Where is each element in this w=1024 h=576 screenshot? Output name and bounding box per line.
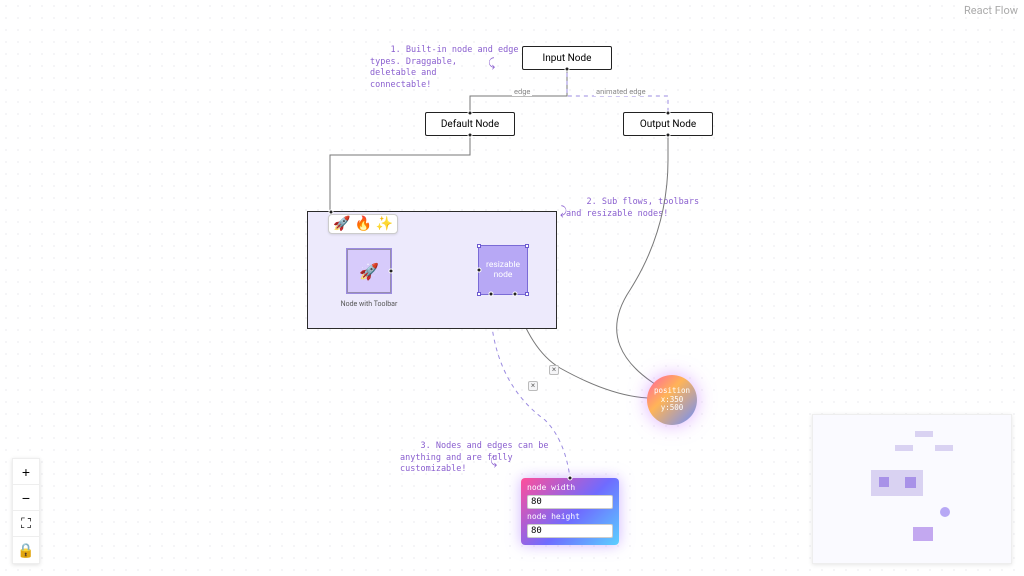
circle-y: y:500 <box>661 404 684 413</box>
minimap-node <box>895 445 913 451</box>
zoom-in-button[interactable]: + <box>13 459 39 485</box>
handle-source[interactable] <box>468 133 473 138</box>
minimap-node <box>905 477 916 488</box>
annotation-2-arrow-icon: ⤹ <box>560 204 567 219</box>
node-label: Input Node <box>543 53 592 64</box>
node-label: resizable node <box>486 260 520 280</box>
controls-panel: + − ⛶ 🔒 <box>12 458 40 564</box>
toolbar-rocket-icon[interactable]: 🚀 <box>333 217 350 231</box>
flow-canvas[interactable]: React Flow 1. Built-in node and edge typ… <box>0 0 1024 576</box>
toolbar-node-emoji: 🚀 <box>359 262 379 281</box>
annotation-1-arrow-icon: ⤹ <box>488 56 495 71</box>
form-node[interactable]: node width node height <box>521 478 619 545</box>
edge-delete-button[interactable]: × <box>528 381 538 391</box>
handle-target[interactable] <box>468 111 473 116</box>
height-input[interactable] <box>527 524 613 538</box>
output-node[interactable]: Output Node <box>623 112 713 136</box>
annotation-2: 2. Sub flows, toolbars and resizable nod… <box>566 186 699 232</box>
handle-source[interactable] <box>565 67 570 72</box>
minimap[interactable] <box>812 414 1012 564</box>
annotation-1: 1. Built-in node and edge types. Draggab… <box>370 34 518 103</box>
resize-handle[interactable] <box>477 292 481 296</box>
minimap-node <box>879 477 889 487</box>
resize-handle[interactable] <box>477 244 481 248</box>
minimap-node <box>935 445 953 451</box>
edge-delete-button[interactable]: × <box>549 365 559 375</box>
toolbar-node[interactable]: 🚀 <box>346 248 392 294</box>
minimap-node <box>913 527 933 541</box>
width-label: node width <box>527 483 613 492</box>
toolbar-node-caption: Node with Toolbar <box>335 300 403 308</box>
handle-target[interactable] <box>666 111 671 116</box>
annotation-3-arrow-icon: ⤹ <box>490 454 497 469</box>
resize-handle[interactable] <box>525 292 529 296</box>
fit-view-button[interactable]: ⛶ <box>13 511 39 537</box>
resize-handle[interactable] <box>525 244 529 248</box>
handle-target[interactable] <box>477 268 482 273</box>
zoom-out-button[interactable]: − <box>13 485 39 511</box>
handle-source[interactable] <box>666 133 671 138</box>
handle-source[interactable] <box>389 269 394 274</box>
node-label: Default Node <box>441 119 499 130</box>
width-input[interactable] <box>527 495 613 509</box>
toolbar-sparkle-icon[interactable]: ✨ <box>376 217 393 231</box>
edge-label-edge: edge <box>512 87 532 96</box>
handle-target[interactable] <box>568 476 573 481</box>
minimap-node <box>915 431 933 437</box>
circle-node[interactable]: position x:350 y:500 <box>647 375 697 425</box>
node-label: Output Node <box>640 119 696 130</box>
lock-button[interactable]: 🔒 <box>13 537 39 563</box>
handle-source[interactable] <box>513 292 518 297</box>
default-node[interactable]: Default Node <box>425 112 515 136</box>
handle-source[interactable] <box>489 292 494 297</box>
resizable-node[interactable]: resizable node <box>478 245 528 295</box>
toolbar-fire-icon[interactable]: 🔥 <box>354 217 371 231</box>
edge-label-animated: animated edge <box>594 87 648 96</box>
attribution: React Flow <box>964 4 1018 17</box>
input-node[interactable]: Input Node <box>522 46 612 70</box>
minimap-node <box>940 507 950 517</box>
height-label: node height <box>527 512 613 521</box>
node-toolbar[interactable]: 🚀 🔥 ✨ <box>328 214 398 234</box>
